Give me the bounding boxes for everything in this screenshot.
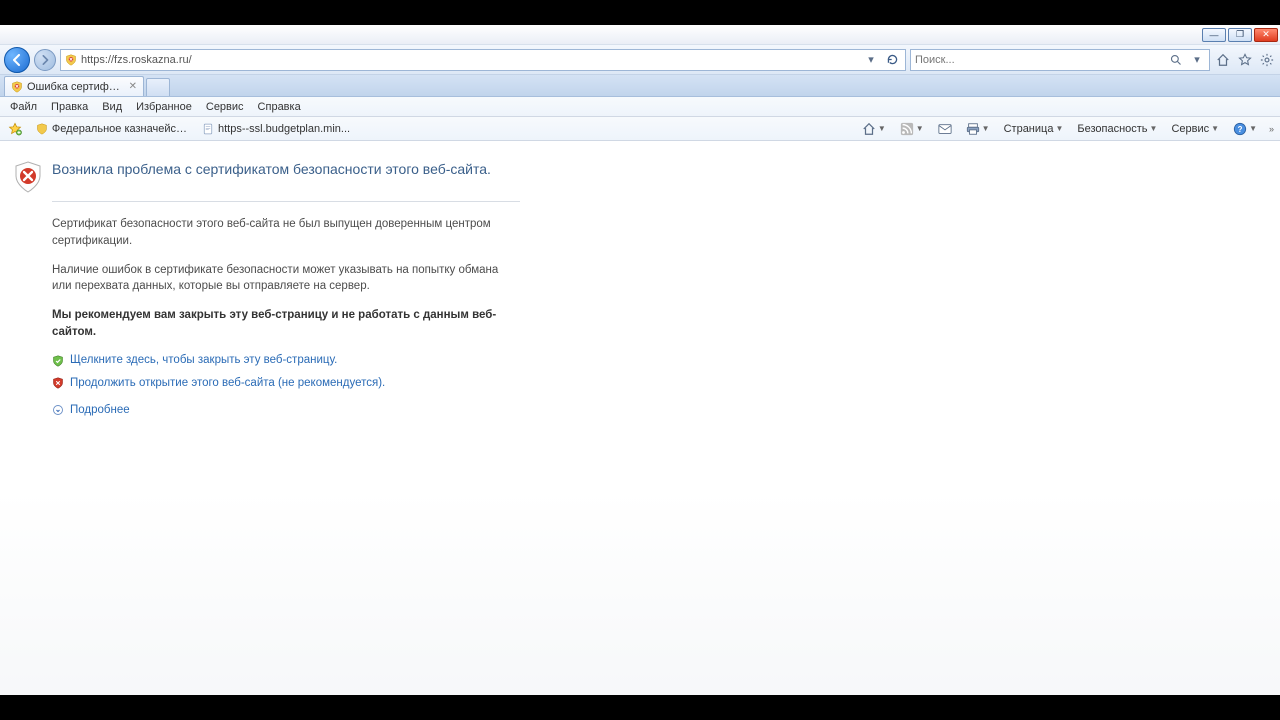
cert-warning-icon: [65, 54, 77, 66]
new-tab-button[interactable]: [146, 78, 170, 96]
cmd-home-icon[interactable]: ▼: [858, 120, 890, 138]
favorite-link-1[interactable]: https--ssl.budgetplan.min...: [198, 121, 354, 137]
menu-file[interactable]: Файл: [4, 99, 43, 115]
page-icon: [202, 123, 214, 135]
cert-warning-icon: [11, 81, 23, 93]
favorite-label: https--ssl.budgetplan.min...: [218, 123, 350, 135]
expand-icon[interactable]: [52, 404, 64, 416]
menu-bar: Файл Правка Вид Избранное Сервис Справка: [0, 97, 1280, 117]
check-shield-icon: [52, 355, 64, 367]
back-button[interactable]: [4, 47, 30, 73]
tab-title: Ошибка сертификата: пе...: [27, 81, 121, 93]
search-button-icon[interactable]: [1167, 51, 1185, 69]
letterbox-top: [0, 0, 1280, 25]
cmd-feeds-icon[interactable]: ▼: [896, 120, 928, 138]
close-button[interactable]: ✕: [1254, 28, 1278, 42]
window-titlebar: — ❐ ✕: [0, 25, 1280, 45]
menu-favorites[interactable]: Избранное: [130, 99, 198, 115]
close-page-line: Щелкните здесь, чтобы закрыть эту веб-ст…: [52, 352, 520, 369]
more-info-link[interactable]: Подробнее: [70, 402, 130, 419]
menu-tools[interactable]: Сервис: [200, 99, 250, 115]
menu-edit[interactable]: Правка: [45, 99, 94, 115]
forward-button[interactable]: [34, 49, 56, 71]
divider: [52, 201, 520, 202]
home-button-icon[interactable]: [1214, 51, 1232, 69]
favorites-add-icon[interactable]: [4, 120, 26, 138]
menu-view[interactable]: Вид: [96, 99, 128, 115]
cmd-print-icon[interactable]: ▼: [962, 120, 994, 138]
more-info-line: Подробнее: [52, 402, 520, 419]
cert-error-line1: Сертификат безопасности этого веб-сайта …: [52, 216, 520, 249]
shield-icon: [36, 123, 48, 135]
tab-cert-error[interactable]: Ошибка сертификата: пе... ✕: [4, 76, 144, 96]
address-input[interactable]: [81, 54, 859, 66]
cert-error-line2: Наличие ошибок в сертификате безопасност…: [52, 262, 520, 295]
letterbox-bottom: [0, 695, 1280, 720]
navigation-bar: ▾ ▾: [0, 45, 1280, 75]
continue-line: Продолжить открытие этого веб-сайта (не …: [52, 375, 520, 392]
cmd-overflow-icon[interactable]: »: [1267, 124, 1276, 134]
svg-text:?: ?: [1238, 125, 1243, 134]
favorite-label: Федеральное казначейст...: [52, 123, 188, 135]
shield-error-icon: [14, 161, 42, 193]
cmd-service-menu[interactable]: Сервис▼: [1167, 121, 1223, 137]
favorite-link-0[interactable]: Федеральное казначейст...: [32, 121, 192, 137]
menu-help[interactable]: Справка: [252, 99, 307, 115]
favorites-star-icon[interactable]: [1236, 51, 1254, 69]
page-content: Возникла проблема с сертификатом безопас…: [0, 141, 1280, 695]
address-bar[interactable]: ▾: [60, 49, 906, 71]
cmd-security-menu[interactable]: Безопасность▼: [1073, 121, 1161, 137]
tools-gear-icon[interactable]: [1258, 51, 1276, 69]
cmd-help-icon[interactable]: ?▼: [1229, 120, 1261, 138]
tab-close-icon[interactable]: ✕: [129, 81, 137, 92]
continue-link[interactable]: Продолжить открытие этого веб-сайта (не …: [70, 375, 385, 392]
address-dropdown-icon[interactable]: ▾: [863, 52, 879, 68]
search-dropdown-icon[interactable]: ▾: [1189, 52, 1205, 68]
browser-window: — ❐ ✕ ▾ ▾: [0, 25, 1280, 695]
cert-error-recommend: Мы рекомендуем вам закрыть эту веб-стран…: [52, 307, 520, 340]
cert-error-heading: Возникла проблема с сертификатом безопас…: [52, 159, 520, 179]
search-input[interactable]: [915, 54, 1163, 66]
warn-shield-icon: [52, 377, 64, 389]
maximize-button[interactable]: ❐: [1228, 28, 1252, 42]
tab-bar: Ошибка сертификата: пе... ✕: [0, 75, 1280, 97]
cmd-page-menu[interactable]: Страница▼: [1000, 121, 1068, 137]
search-bar[interactable]: ▾: [910, 49, 1210, 71]
close-page-link[interactable]: Щелкните здесь, чтобы закрыть эту веб-ст…: [70, 352, 337, 369]
refresh-button[interactable]: [883, 51, 901, 69]
cmd-mail-icon[interactable]: [934, 121, 956, 137]
minimize-button[interactable]: —: [1202, 28, 1226, 42]
command-bar: Федеральное казначейст... https--ssl.bud…: [0, 117, 1280, 141]
